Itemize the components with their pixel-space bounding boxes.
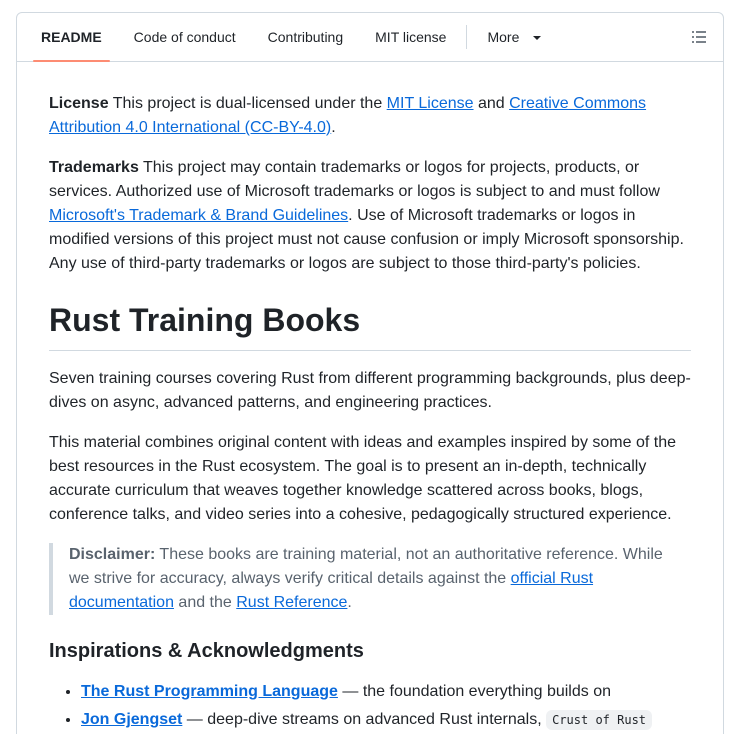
readme-tabbar: README Code of conduct Contributing MIT … [17,13,723,62]
inspirations-list: The Rust Programming Language — the foun… [49,680,691,732]
page-title: Rust Training Books [49,300,691,351]
rust-reference-link[interactable]: Rust Reference [236,594,347,611]
inspirations-heading: Inspirations & Acknowledgments [49,640,364,662]
more-label: More [487,29,520,45]
readme-content: License This project is dual-licensed un… [17,62,723,732]
more-tabs-button[interactable]: More [471,13,557,61]
tab-divider [466,25,468,49]
readme-panel: README Code of conduct Contributing MIT … [16,12,724,734]
tab-mit-license[interactable]: MIT license [359,13,462,61]
license-label: License [49,95,109,112]
trademark-guidelines-link[interactable]: Microsoft's Trademark & Brand Guidelines [49,207,348,224]
rust-book-link[interactable]: The Rust Programming Language [81,683,338,700]
license-paragraph: License This project is dual-licensed un… [49,95,647,136]
list-item: The Rust Programming Language — the foun… [81,680,691,704]
material-paragraph: This material combines original content … [49,434,676,523]
mit-license-link[interactable]: MIT License [387,95,474,112]
disclaimer-label: Disclaimer: [69,546,156,563]
disclaimer-blockquote: Disclaimer: These books are training mat… [49,543,691,615]
inline-code: Crust of Rust [546,710,653,730]
tab-code-of-conduct[interactable]: Code of conduct [118,13,252,61]
jon-gjengset-link[interactable]: Jon Gjengset [81,711,182,728]
intro-paragraph: Seven training courses covering Rust fro… [49,370,691,411]
trademarks-label: Trademarks [49,159,139,176]
table-of-contents-icon[interactable] [691,29,707,45]
tab-readme[interactable]: README [25,13,118,62]
trademarks-paragraph: Trademarks This project may contain trad… [49,159,684,272]
tab-contributing[interactable]: Contributing [252,13,360,61]
chevron-down-icon [533,36,542,40]
list-item: Jon Gjengset — deep-dive streams on adva… [81,708,691,732]
